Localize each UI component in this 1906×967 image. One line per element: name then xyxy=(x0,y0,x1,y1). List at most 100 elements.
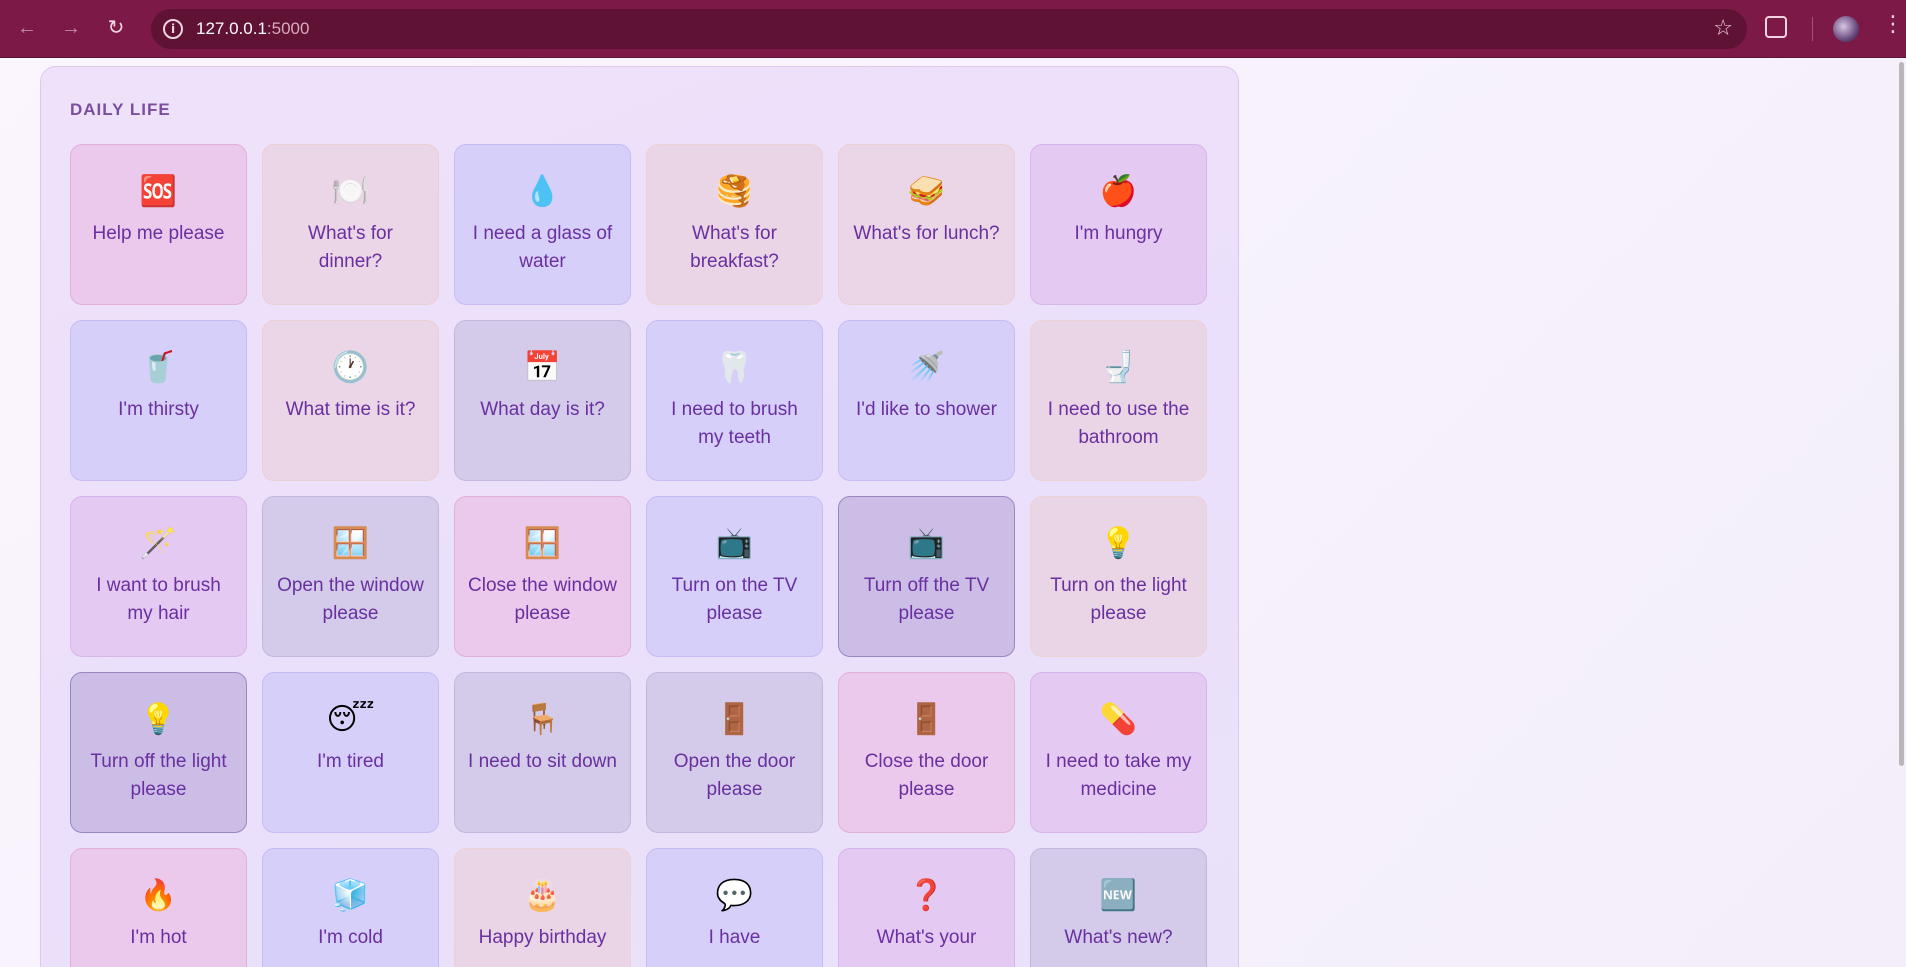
phrase-tile[interactable]: 🥪 What's for lunch? xyxy=(838,144,1015,305)
phrase-tile[interactable]: 🆕 What's new? xyxy=(1030,848,1207,967)
phrase-tile[interactable]: ❓ What's your xyxy=(838,848,1015,967)
tile-emoji-icon: 🥤 xyxy=(139,350,178,385)
tile-label: Close the window please xyxy=(468,575,617,624)
tile-label: What's for breakfast? xyxy=(690,223,779,272)
tile-label: What's your xyxy=(876,927,977,948)
phrase-tile[interactable]: 💧 I need a glass of water xyxy=(454,144,631,305)
phrase-tile[interactable]: 💡 Turn off the light please xyxy=(70,672,247,833)
tile-emoji-icon: 🪟 xyxy=(523,526,562,561)
phrase-tile[interactable]: 🔥 I'm hot xyxy=(70,848,247,967)
tile-emoji-icon: 🦷 xyxy=(715,350,754,385)
phrase-tile[interactable]: 🕐 What time is it? xyxy=(262,320,439,481)
tile-emoji-icon: 🪑 xyxy=(523,702,562,737)
tile-emoji-icon: 📅 xyxy=(523,350,562,385)
page-scrollbar[interactable] xyxy=(1898,58,1906,967)
phrase-tile[interactable]: 🪄 I want to brush my hair xyxy=(70,496,247,657)
tile-label: Turn off the light please xyxy=(90,751,227,800)
tile-label: Help me please xyxy=(92,223,225,244)
tile-label: I need to take my medicine xyxy=(1045,751,1192,800)
tile-emoji-icon: 📺 xyxy=(907,526,946,561)
phrase-tile[interactable]: 😴 I'm tired xyxy=(262,672,439,833)
forward-button[interactable]: → xyxy=(56,13,86,43)
browser-toolbar: ← → ↻ i 127.0.0.1:5000 ☆ ⋮ xyxy=(0,0,1906,58)
phrase-tile[interactable]: 🚽 I need to use the bathroom xyxy=(1030,320,1207,481)
tile-emoji-icon: 🎂 xyxy=(523,878,562,913)
tile-label: Turn off the TV please xyxy=(863,575,990,624)
phrase-tile[interactable]: 🎂 Happy birthday xyxy=(454,848,631,967)
tile-label: I'm tired xyxy=(317,751,384,772)
phrase-tile[interactable]: 📺 Turn off the TV please xyxy=(838,496,1015,657)
tile-emoji-icon: 📺 xyxy=(715,526,754,561)
kebab-menu-icon[interactable]: ⋮ xyxy=(1882,14,1904,36)
phrase-tile[interactable]: 📅 What day is it? xyxy=(454,320,631,481)
phrase-tile[interactable]: 🥤 I'm thirsty xyxy=(70,320,247,481)
phrase-tile[interactable]: 📺 Turn on the TV please xyxy=(646,496,823,657)
phrase-tile[interactable]: 🪑 I need to sit down xyxy=(454,672,631,833)
tile-emoji-icon: 🧊 xyxy=(331,878,370,913)
tile-emoji-icon: 🕐 xyxy=(331,350,370,385)
tile-emoji-icon: 🆘 xyxy=(139,174,178,209)
phrase-tile[interactable]: 🚪 Close the door please xyxy=(838,672,1015,833)
tile-emoji-icon: 🪄 xyxy=(139,526,178,561)
tile-emoji-icon: 🆕 xyxy=(1099,878,1138,913)
tile-label: I need to brush my teeth xyxy=(671,399,798,448)
tile-label: Happy birthday xyxy=(478,927,607,948)
phrase-tile[interactable]: 🍽️ What's for dinner? xyxy=(262,144,439,305)
tile-emoji-icon: 💧 xyxy=(523,174,562,209)
tile-label: Turn on the TV please xyxy=(671,575,798,624)
tile-label: What time is it? xyxy=(285,399,416,420)
tile-label: I need to sit down xyxy=(468,751,617,772)
url-text[interactable]: 127.0.0.1:5000 xyxy=(196,19,309,39)
url-host: 127.0.0.1 xyxy=(196,19,267,38)
phrase-tile[interactable]: 💬 I have xyxy=(646,848,823,967)
phrase-tile[interactable]: 🪟 Close the window please xyxy=(454,496,631,657)
tile-emoji-icon: 💡 xyxy=(1099,526,1138,561)
tile-label: What's new? xyxy=(1064,927,1173,948)
tile-emoji-icon: 🍎 xyxy=(1099,174,1138,209)
address-bar[interactable]: i 127.0.0.1:5000 ☆ xyxy=(151,9,1747,49)
toolbar-divider xyxy=(1812,17,1813,41)
tile-label: I'm thirsty xyxy=(118,399,199,420)
url-port: :5000 xyxy=(266,19,310,38)
reload-button[interactable]: ↻ xyxy=(101,13,131,43)
tile-label: I have xyxy=(708,927,761,948)
tile-label: Close the door please xyxy=(864,751,989,800)
tile-emoji-icon: 💬 xyxy=(715,878,754,913)
tile-label: Turn on the light please xyxy=(1050,575,1187,624)
tile-label: I want to brush my hair xyxy=(96,575,221,624)
tile-emoji-icon: 🪟 xyxy=(331,526,370,561)
tile-label: I'm hot xyxy=(130,927,187,948)
tile-label: I need a glass of water xyxy=(472,223,613,272)
tile-emoji-icon: 💡 xyxy=(139,702,178,737)
tile-label: I need to use the bathroom xyxy=(1047,399,1190,448)
tile-label: What's for dinner? xyxy=(308,223,393,272)
profile-avatar[interactable] xyxy=(1833,16,1859,42)
tile-emoji-icon: 💊 xyxy=(1099,702,1138,737)
tile-emoji-icon: 🥞 xyxy=(715,174,754,209)
phrase-tile[interactable]: 🍎 I'm hungry xyxy=(1030,144,1207,305)
tile-label: Open the door please xyxy=(673,751,796,800)
tile-label: What day is it? xyxy=(480,399,605,420)
phrase-tile[interactable]: 🦷 I need to brush my teeth xyxy=(646,320,823,481)
scrollbar-thumb[interactable] xyxy=(1899,62,1904,766)
phrase-tile[interactable]: 🧊 I'm cold xyxy=(262,848,439,967)
tile-emoji-icon: 🚿 xyxy=(907,350,946,385)
back-button[interactable]: ← xyxy=(12,13,42,43)
phrase-tile[interactable]: 🪟 Open the window please xyxy=(262,496,439,657)
phrase-tile[interactable]: 🚪 Open the door please xyxy=(646,672,823,833)
tile-emoji-icon: 🥪 xyxy=(907,174,946,209)
arrow-left-icon: ← xyxy=(17,17,37,39)
phrase-tile[interactable]: 🆘 Help me please xyxy=(70,144,247,305)
phrase-tile[interactable]: 🚿 I'd like to shower xyxy=(838,320,1015,481)
phrase-tile[interactable]: 💡 Turn on the light please xyxy=(1030,496,1207,657)
tile-emoji-icon: 😴 xyxy=(326,702,375,737)
tile-emoji-icon: 🍽️ xyxy=(331,174,370,209)
info-icon[interactable]: i xyxy=(163,19,183,39)
section-title: DAILY LIFE xyxy=(70,100,171,119)
puzzle-icon[interactable] xyxy=(1765,16,1787,38)
phrase-tile[interactable]: 🥞 What's for breakfast? xyxy=(646,144,823,305)
reload-icon: ↻ xyxy=(107,17,125,39)
star-icon[interactable]: ☆ xyxy=(1713,16,1733,41)
tile-emoji-icon: 🚪 xyxy=(907,702,946,737)
phrase-tile[interactable]: 💊 I need to take my medicine xyxy=(1030,672,1207,833)
